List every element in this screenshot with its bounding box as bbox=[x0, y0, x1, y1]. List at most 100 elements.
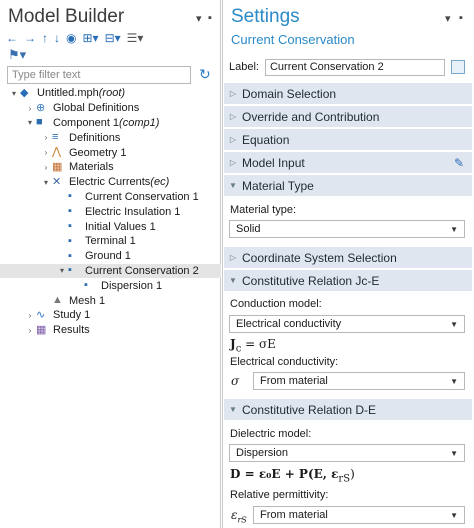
geometry-icon: ⋀ bbox=[52, 146, 62, 159]
tree-item[interactable]: › ▦ Results bbox=[0, 323, 221, 338]
chevron-down-icon[interactable]: ▾ bbox=[24, 118, 36, 127]
section-domain-selection[interactable]: ▷ Domain Selection bbox=[224, 82, 472, 104]
tree-item[interactable]: ▾ ◆ Untitled.mph (root) bbox=[0, 86, 221, 101]
chevron-right-icon[interactable]: › bbox=[40, 133, 52, 142]
dielectric-model-select[interactable]: Dispersion ▼ bbox=[229, 444, 465, 462]
maximize-icon[interactable]: ▪ bbox=[459, 12, 463, 24]
move-up-icon[interactable]: ↑ bbox=[42, 31, 48, 45]
show-icon[interactable]: ◉ bbox=[66, 31, 76, 45]
settings-pane: Settings ▾ ▪ Current Conservation Label:… bbox=[222, 0, 474, 528]
maximize-icon[interactable]: ▪ bbox=[208, 12, 212, 24]
chevron-down-icon: ▼ bbox=[450, 449, 458, 458]
node-icon: ▪ bbox=[68, 205, 72, 218]
chevron-down-icon[interactable]: ▾ bbox=[8, 89, 20, 98]
tree-item-label: Current Conservation 2 bbox=[85, 264, 199, 277]
build-icon[interactable]: ⚑▾ bbox=[8, 47, 26, 63]
tree-item-label: Geometry 1 bbox=[69, 146, 127, 159]
material-type-value: Solid bbox=[236, 223, 261, 235]
tree-item-label: Current Conservation 1 bbox=[85, 190, 199, 203]
pin-icon[interactable]: ▾ bbox=[196, 12, 202, 25]
physics-icon: ✕ bbox=[52, 175, 62, 188]
epsilon-symbol: εrS bbox=[231, 508, 247, 524]
tree-item-label: Definitions bbox=[69, 131, 121, 144]
tree-item[interactable]: › ⋀ Geometry 1 bbox=[0, 145, 221, 160]
section-label: Coordinate System Selection bbox=[242, 250, 397, 265]
section-equation[interactable]: ▷ Equation bbox=[224, 128, 472, 150]
tree-item[interactable]: ▾ ✕ Electric Currents (ec) bbox=[0, 175, 221, 190]
node-icon: ▪ bbox=[68, 234, 72, 247]
chevron-right-icon: ▷ bbox=[229, 112, 237, 121]
chevron-down-icon[interactable]: ▾ bbox=[40, 178, 52, 187]
tree-item-label: Initial Values 1 bbox=[85, 220, 156, 233]
tree-item[interactable]: › ⊕ Global Definitions bbox=[0, 101, 221, 116]
tree-item-label: Study 1 bbox=[53, 309, 91, 322]
tree-item[interactable]: › ∿ Study 1 bbox=[0, 308, 221, 323]
tree-item-suffix: (comp1) bbox=[119, 116, 160, 129]
tree-item[interactable]: ▾ ■ Component 1 (comp1) bbox=[0, 116, 221, 131]
chevron-right-icon[interactable]: › bbox=[24, 104, 36, 113]
node-icon: ▪ bbox=[68, 190, 72, 203]
section-constitutive-de[interactable]: ▼ Constitutive Relation D-E bbox=[224, 398, 472, 420]
tree-item-label: Dispersion 1 bbox=[101, 279, 163, 292]
subnode-icon: ▪ bbox=[84, 279, 88, 292]
tree-item[interactable]: ▪ Initial Values 1 bbox=[0, 219, 221, 234]
back-arrow-icon[interactable]: ← bbox=[6, 31, 18, 45]
edit-icon[interactable]: ✎ bbox=[454, 156, 464, 170]
expand-icon[interactable]: ⊞▾ bbox=[82, 31, 98, 45]
tree-item[interactable]: ▲ Mesh 1 bbox=[0, 293, 221, 308]
tree-item[interactable]: ▪ Current Conservation 1 bbox=[0, 190, 221, 205]
label-row: Label: Current Conservation 2 bbox=[229, 58, 471, 76]
label-key: Label: bbox=[229, 61, 259, 73]
tree-item[interactable]: ▪ Ground 1 bbox=[0, 249, 221, 264]
tree-item-label: Results bbox=[53, 324, 90, 337]
jc-equation: Jc = σE bbox=[230, 337, 276, 354]
mesh-icon: ▲ bbox=[52, 294, 63, 307]
section-material-type[interactable]: ▼ Material Type bbox=[224, 174, 472, 196]
move-down-icon[interactable]: ↓ bbox=[54, 31, 60, 45]
tree-item[interactable]: › ▦ Materials bbox=[0, 160, 221, 175]
model-builder-title: Model Builder bbox=[8, 6, 125, 27]
tree-item[interactable]: ▪ Electric Insulation 1 bbox=[0, 204, 221, 219]
permittivity-select[interactable]: From material ▼ bbox=[253, 506, 465, 524]
tree-filter-input[interactable]: Type filter text bbox=[7, 66, 191, 84]
chevron-right-icon: ▷ bbox=[229, 89, 237, 98]
chevron-right-icon[interactable]: › bbox=[40, 148, 52, 157]
d-subscript: rS bbox=[338, 473, 351, 485]
chevron-right-icon[interactable]: › bbox=[24, 311, 36, 320]
chevron-right-icon[interactable]: › bbox=[24, 326, 36, 335]
section-label: Material Type bbox=[242, 178, 314, 193]
material-type-select[interactable]: Solid ▼ bbox=[229, 220, 465, 238]
section-constitutive-jc[interactable]: ▼ Constitutive Relation Jc-E bbox=[224, 269, 472, 291]
section-label: Override and Contribution bbox=[242, 109, 380, 124]
forward-arrow-icon[interactable]: → bbox=[24, 31, 36, 45]
conductivity-select[interactable]: From material ▼ bbox=[253, 372, 465, 390]
tree-item-label: Ground 1 bbox=[85, 250, 131, 263]
label-input[interactable]: Current Conservation 2 bbox=[264, 58, 445, 76]
permittivity-value: From material bbox=[260, 509, 328, 521]
refresh-icon[interactable]: ↻ bbox=[199, 66, 211, 83]
chevron-down-icon: ▼ bbox=[450, 511, 458, 520]
chevron-down-icon[interactable]: ▾ bbox=[56, 266, 68, 275]
tree-item[interactable]: ▪ Terminal 1 bbox=[0, 234, 221, 249]
definitions-icon: ≡ bbox=[52, 131, 59, 144]
section-coordinate-system[interactable]: ▷ Coordinate System Selection bbox=[224, 246, 472, 268]
tree-item[interactable]: ▪ Dispersion 1 bbox=[0, 278, 221, 293]
tree-item[interactable]: ▾ ▪ Current Conservation 2 bbox=[0, 263, 221, 279]
chevron-right-icon: ▷ bbox=[229, 253, 237, 262]
section-override[interactable]: ▷ Override and Contribution bbox=[224, 105, 472, 127]
epsilon-subscript: rS bbox=[237, 515, 247, 525]
list-icon[interactable]: ☰▾ bbox=[127, 31, 144, 45]
tree-item[interactable]: › ≡ Definitions bbox=[0, 130, 221, 145]
conduction-model-select[interactable]: Electrical conductivity ▼ bbox=[229, 315, 465, 333]
chevron-right-icon[interactable]: › bbox=[40, 163, 52, 172]
settings-subtitle: Current Conservation bbox=[231, 32, 355, 47]
pin-icon[interactable]: ▾ bbox=[445, 12, 451, 25]
collapse-icon[interactable]: ⊟▾ bbox=[105, 31, 121, 45]
rename-button[interactable] bbox=[450, 60, 465, 74]
material-type-label: Material type: bbox=[230, 204, 297, 216]
file-icon: ◆ bbox=[20, 86, 29, 99]
section-model-input[interactable]: ▷ Model Input ✎ bbox=[224, 151, 472, 173]
results-icon: ▦ bbox=[36, 323, 47, 336]
section-label: Constitutive Relation D-E bbox=[242, 402, 377, 417]
conductivity-value: From material bbox=[260, 375, 328, 387]
